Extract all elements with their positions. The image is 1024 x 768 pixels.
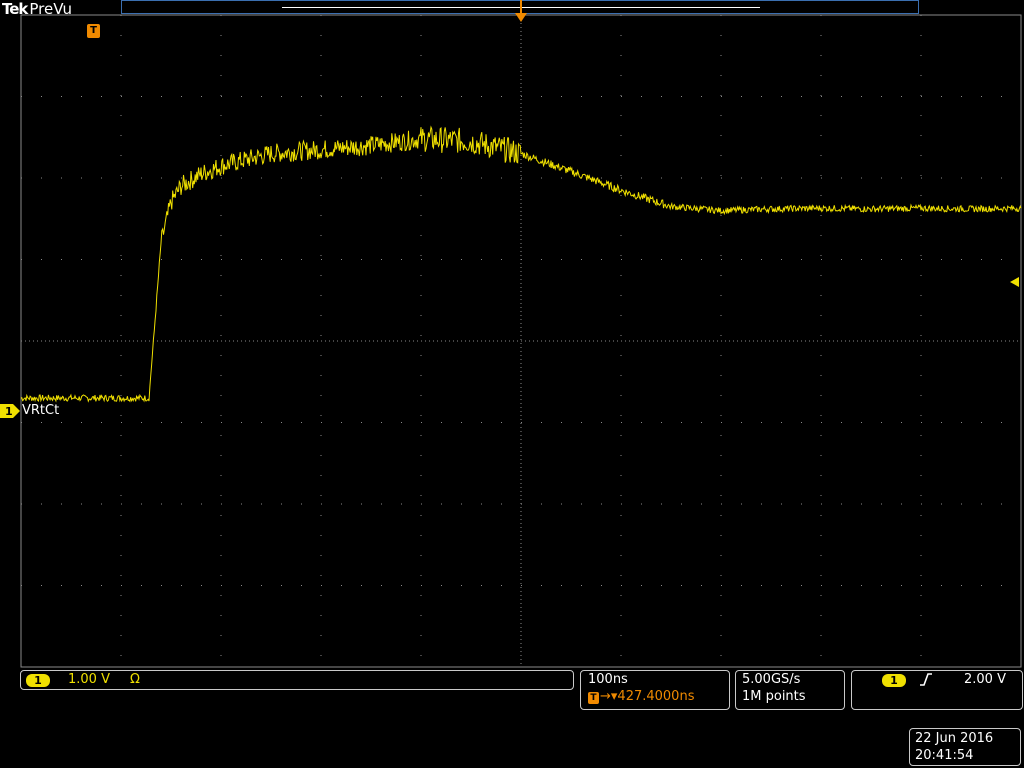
channel1-ground-marker-icon[interactable]: 1 [0,403,22,419]
trigger-source-badge: 1 [882,674,906,687]
waveform-trace [20,125,1022,403]
trigger-time-marker[interactable]: T [87,24,100,38]
trigger-badge-icon: T [588,692,599,704]
prevu-mode: PreVu [29,0,72,18]
channel-vertical-scale: 1.00 V [68,672,110,687]
svg-text:1: 1 [5,405,13,418]
rising-edge-icon [920,673,932,686]
time-text: 20:41:54 [915,748,974,763]
record-length: 1M points [742,689,806,704]
delay-value: 427.4000ns [617,689,695,704]
channel-badge: 1 [26,674,50,687]
delay-prefix: →▾ [600,689,618,704]
scope-display [20,14,1022,668]
sample-rate: 5.00GS/s [742,672,801,687]
date-text: 22 Jun 2016 [915,731,994,746]
channel-termination: Ω [130,672,140,687]
horizontal-scale: 100ns [588,672,628,687]
brand-label: Tek PreVu [2,0,72,18]
trigger-level: 2.00 V [964,672,1006,687]
channel1-label: VRtCt [22,403,60,418]
tek-logo: Tek [2,0,28,18]
horizontal-delay: T →▾427.4000ns [588,689,694,704]
trigger-level-arrow-icon[interactable] [1010,277,1020,287]
trigger-position-icon[interactable] [514,0,528,24]
